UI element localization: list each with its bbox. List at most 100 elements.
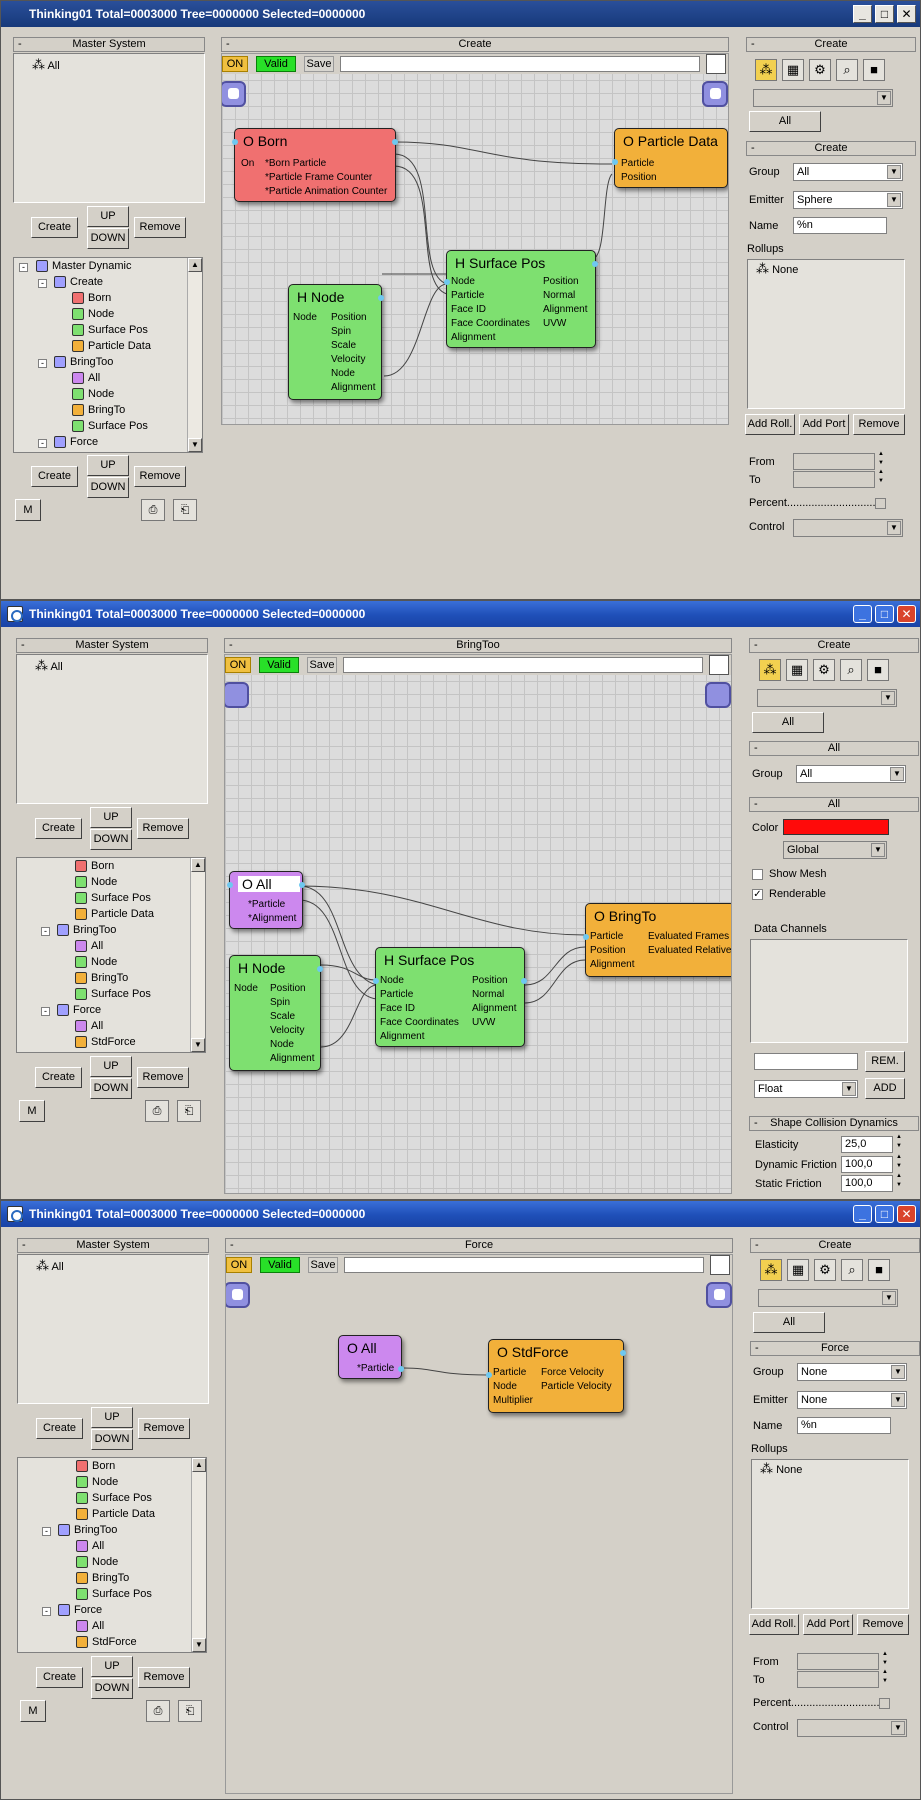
- down-button[interactable]: DOWN: [90, 829, 132, 850]
- node-bringto[interactable]: O BringTo Particle Position Alignment Ev…: [583, 903, 731, 977]
- create-header[interactable]: - Create: [746, 37, 916, 52]
- title-bar[interactable]: Thinking01 Total=0003000 Tree=0000000 Se…: [1, 601, 920, 627]
- all-button[interactable]: All: [752, 712, 824, 733]
- create-button[interactable]: Create: [36, 1418, 83, 1439]
- collapse-icon[interactable]: -: [42, 1607, 51, 1616]
- save-system-icon[interactable]: ⎙: [145, 1100, 169, 1122]
- float-dropdown[interactable]: Float ▼: [754, 1080, 858, 1098]
- from-spinner[interactable]: [881, 1651, 892, 1670]
- remove-button[interactable]: Remove: [137, 1067, 189, 1088]
- node-canvas[interactable]: ON Valid Save O All *Particle O StdForce…: [225, 1254, 733, 1794]
- node-h-node[interactable]: H Node Node Position Spin Scale Velocity…: [288, 284, 384, 400]
- all-button[interactable]: All: [753, 1312, 825, 1333]
- elasticity-input[interactable]: 25,0: [841, 1136, 893, 1153]
- add-port-button[interactable]: Add Port: [799, 414, 849, 435]
- tree-item[interactable]: Node: [72, 307, 114, 322]
- down-button[interactable]: DOWN: [87, 477, 129, 498]
- remove-button[interactable]: Remove: [138, 1667, 190, 1688]
- remove-button[interactable]: Remove: [134, 217, 186, 238]
- up-button[interactable]: UP: [91, 1407, 133, 1428]
- collapse-icon[interactable]: -: [38, 439, 47, 448]
- down-button[interactable]: DOWN: [91, 1429, 133, 1450]
- tree-item[interactable]: Node: [75, 875, 117, 890]
- master-system-list[interactable]: ⁂ All: [17, 1254, 209, 1404]
- node-surface-pos[interactable]: H Surface Pos Node Particle Face ID Face…: [444, 250, 598, 348]
- tree-scrollbar[interactable]: ▲ ▼: [191, 1458, 206, 1652]
- to-spinner[interactable]: [881, 1669, 892, 1688]
- tree-item[interactable]: Surface Pos: [75, 987, 151, 1002]
- cube-icon[interactable]: ■: [867, 659, 889, 681]
- scroll-down-icon[interactable]: ▼: [188, 438, 202, 452]
- node-surface-pos[interactable]: H Surface Pos Node Particle Face ID Face…: [373, 947, 527, 1047]
- tree-item[interactable]: StdForce: [75, 1035, 136, 1050]
- from-input[interactable]: [797, 1653, 879, 1670]
- connector[interactable]: [392, 139, 398, 145]
- connector[interactable]: [620, 1350, 626, 1356]
- static-friction-input[interactable]: 100,0: [841, 1175, 893, 1192]
- magnifier-icon[interactable]: ⌕: [841, 1259, 863, 1281]
- scroll-down-icon[interactable]: ▼: [192, 1638, 206, 1652]
- emitter-dropdown[interactable]: None ▼: [797, 1391, 907, 1409]
- load-system-icon[interactable]: ⎗: [177, 1100, 201, 1122]
- load-system-icon[interactable]: ⎗: [173, 499, 197, 521]
- to-input[interactable]: [797, 1671, 879, 1688]
- create-button[interactable]: Create: [36, 1667, 83, 1688]
- save-system-icon[interactable]: ⎙: [146, 1700, 170, 1722]
- maximize-icon[interactable]: □: [875, 605, 894, 623]
- name-input[interactable]: %n: [793, 217, 887, 234]
- group-dropdown[interactable]: All ▼: [793, 163, 903, 181]
- master-system-list[interactable]: ⁂ All: [16, 654, 208, 804]
- to-spinner[interactable]: [877, 469, 888, 488]
- master-system-header[interactable]: - Master System: [16, 638, 208, 653]
- gear-icon[interactable]: ⚙: [813, 659, 835, 681]
- system-tree[interactable]: Born Node Surface Pos Particle Data - Br…: [17, 1457, 207, 1653]
- tree-item[interactable]: Create: [54, 275, 103, 290]
- node-o-all[interactable]: O All *Particle: [338, 1335, 404, 1379]
- gear-icon[interactable]: ⚙: [809, 59, 831, 81]
- type-dropdown[interactable]: ▼: [753, 89, 893, 107]
- connector[interactable]: [486, 1372, 492, 1378]
- tree-item[interactable]: All: [75, 1019, 103, 1034]
- tree-item[interactable]: BringToo: [54, 355, 113, 370]
- dynamic-friction-spinner[interactable]: [895, 1154, 906, 1173]
- tree-item[interactable]: BringToo: [57, 923, 116, 938]
- tree-item[interactable]: All: [76, 1619, 104, 1634]
- create-button[interactable]: Create: [35, 818, 82, 839]
- all-sub-header[interactable]: - All: [749, 741, 919, 756]
- remove-button[interactable]: Remove: [853, 414, 905, 435]
- master-system-list[interactable]: ⁂ All: [13, 53, 205, 203]
- tree-item[interactable]: Surface Pos: [72, 419, 148, 434]
- create-header[interactable]: - Create: [750, 1238, 920, 1253]
- control-dropdown[interactable]: ▼: [793, 519, 903, 537]
- remove-button[interactable]: Remove: [857, 1614, 909, 1635]
- remove-button[interactable]: Remove: [137, 818, 189, 839]
- list-item[interactable]: ⁂ None: [760, 1461, 802, 1476]
- percent-checkbox[interactable]: [875, 498, 886, 509]
- static-friction-spinner[interactable]: [895, 1173, 906, 1192]
- type-dropdown[interactable]: ▼: [758, 1289, 898, 1307]
- tree-item[interactable]: Surface Pos: [76, 1491, 152, 1506]
- tree-item[interactable]: Node: [76, 1475, 118, 1490]
- tree-item[interactable]: Node: [75, 955, 117, 970]
- m-button[interactable]: M: [20, 1700, 46, 1722]
- connector[interactable]: [612, 159, 618, 165]
- remove-button[interactable]: Remove: [134, 466, 186, 487]
- m-button[interactable]: M: [15, 499, 41, 521]
- particles-icon[interactable]: ⁂: [755, 59, 777, 81]
- data-channels-list[interactable]: [750, 939, 908, 1043]
- minimize-icon[interactable]: _: [853, 5, 872, 23]
- connector[interactable]: [398, 1366, 404, 1372]
- particles-icon[interactable]: ⁂: [760, 1259, 782, 1281]
- maximize-icon[interactable]: □: [875, 5, 894, 23]
- minimize-icon[interactable]: _: [853, 605, 872, 623]
- node-born[interactable]: O Born On *Born Particle *Particle Frame…: [232, 128, 398, 202]
- system-tree[interactable]: - Master Dynamic - Create Born Node Surf…: [13, 257, 203, 453]
- tree-item[interactable]: All: [76, 1539, 104, 1554]
- maximize-icon[interactable]: □: [875, 1205, 894, 1223]
- tree-item[interactable]: Force: [58, 1603, 102, 1618]
- percent-checkbox[interactable]: [879, 1698, 890, 1709]
- from-input[interactable]: [793, 453, 875, 470]
- force-sub-header[interactable]: - Force: [750, 1341, 920, 1356]
- tree-item[interactable]: Surface Pos: [75, 891, 151, 906]
- collapse-icon[interactable]: -: [42, 1527, 51, 1536]
